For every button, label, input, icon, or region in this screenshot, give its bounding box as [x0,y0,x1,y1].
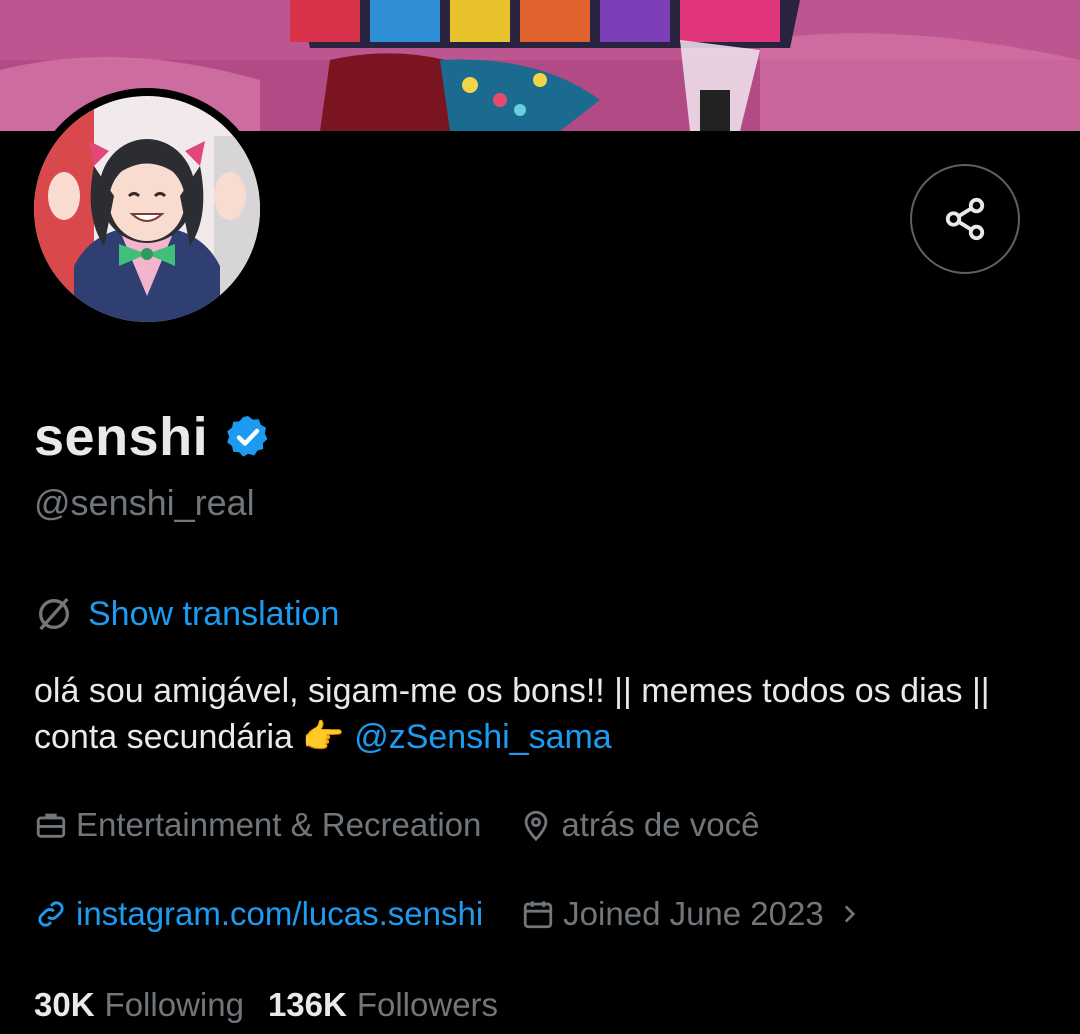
followers-stat[interactable]: 136K Followers [268,986,498,1024]
share-icon [945,197,985,241]
profile-stats: 30K Following 136K Followers [34,986,522,1024]
bio-mention-link[interactable]: @zSenshi_sama [354,718,612,756]
verified-badge-icon[interactable] [224,413,272,461]
meta-category-label: Entertainment & Recreation [76,806,482,843]
meta-joined[interactable]: Joined June 2023 [521,895,870,933]
briefcase-icon [36,813,66,838]
name-row: senshi [34,402,272,472]
meta-category: Entertainment & Recreation [34,806,481,844]
user-handle: @senshi_real [34,482,255,523]
display-name: senshi [34,407,209,467]
following-label: Following [104,986,244,1023]
following-stat[interactable]: 30K Following [34,986,244,1024]
show-translation-button[interactable]: Show translation [34,594,339,634]
profile-meta-row-2: instagram.com/lucas.senshi Joined June 2… [34,895,908,933]
link-icon [38,901,64,927]
profile-meta-row-1: Entertainment & Recreation atrás de você [34,806,798,844]
calendar-icon [524,901,553,929]
translate-icon [39,597,69,631]
followers-label: Followers [356,986,499,1023]
followers-count: 136K [267,986,347,1023]
share-button[interactable] [910,164,1020,274]
meta-location: atrás de você [519,806,760,844]
meta-website-link[interactable]: instagram.com/lucas.senshi [76,895,483,933]
meta-joined-label: Joined June 2023 [563,895,824,932]
following-count: 30K [34,986,95,1023]
chevron-right-icon [836,901,870,927]
location-pin-icon [525,810,548,842]
profile-bio: olá sou amigável, sigam-me os bons!! || … [34,668,1034,760]
profile-avatar[interactable] [26,88,268,330]
meta-website[interactable]: instagram.com/lucas.senshi [34,895,483,933]
avatar-image [34,96,260,322]
meta-location-label: atrás de você [561,806,760,843]
show-translation-label: Show translation [88,594,340,633]
